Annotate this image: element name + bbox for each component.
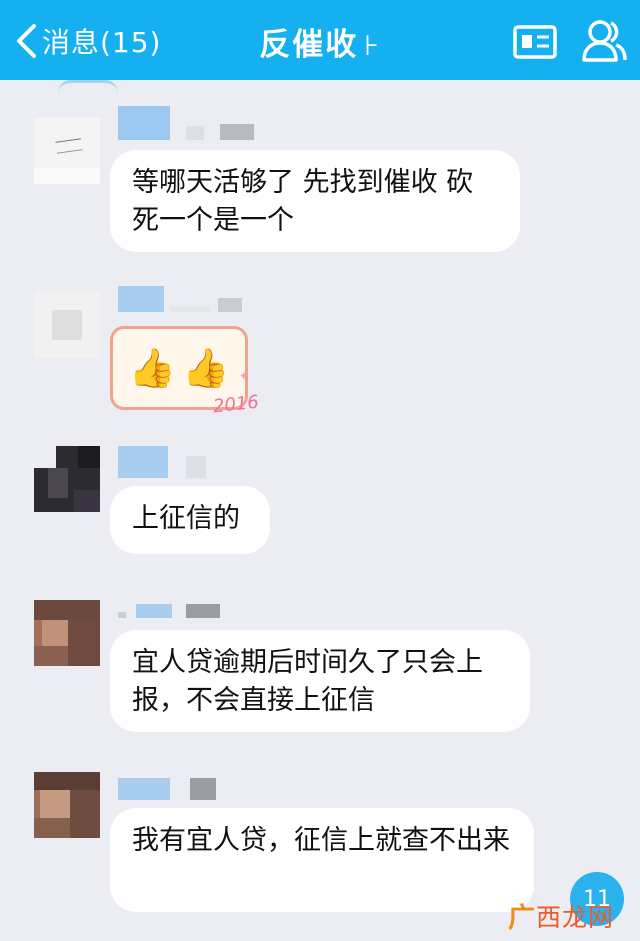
sender-name-blurred bbox=[118, 582, 220, 618]
sender-name-blurred bbox=[118, 276, 242, 312]
group-members-icon bbox=[582, 20, 627, 62]
thumbs-up-icon: 👍 bbox=[128, 346, 176, 390]
group-members-button[interactable] bbox=[580, 18, 628, 64]
message-bubble[interactable]: 我有宜人贷，征信上就查不出来 bbox=[110, 808, 534, 912]
avatar[interactable] bbox=[34, 292, 100, 358]
watermark-text: 西龙网 bbox=[536, 902, 615, 932]
sender-name-blurred bbox=[118, 104, 254, 140]
message-text: 上征信的 bbox=[132, 503, 240, 534]
avatar[interactable] bbox=[34, 772, 100, 838]
message-bubble[interactable]: 上征信的 bbox=[110, 486, 270, 554]
sticker-message[interactable]: 👍 👍 ✦ 2016 bbox=[110, 326, 260, 417]
sticker-badge: 2016 bbox=[212, 391, 260, 418]
top-nav-bar: 消息(15) 反催收 ⊦ bbox=[0, 0, 640, 80]
avatar[interactable] bbox=[34, 118, 100, 184]
watermark-mark: 广 bbox=[508, 903, 536, 934]
scroll-indicator bbox=[58, 80, 118, 93]
message-bubble[interactable]: 等哪天活够了 先找到催收 砍死一个是一个 bbox=[110, 150, 520, 252]
sender-name-blurred bbox=[118, 442, 206, 478]
profile-card-button[interactable] bbox=[512, 22, 558, 62]
chat-title-text: 反催收 bbox=[259, 27, 359, 63]
title-suffix: ⊦ bbox=[364, 29, 381, 62]
message-text: 我有宜人贷，征信上就查不出来 bbox=[132, 825, 510, 856]
message-text: 宜人贷逾期后时间久了只会上报，不会直接上征信 bbox=[132, 647, 483, 716]
sender-name-blurred bbox=[118, 764, 216, 800]
thumbs-up-icon: 👍 bbox=[182, 346, 230, 390]
avatar[interactable] bbox=[34, 446, 100, 512]
sparkle-icon: ✦ bbox=[238, 369, 249, 383]
site-watermark: 广西龙网 bbox=[508, 896, 614, 935]
avatar[interactable] bbox=[34, 600, 100, 666]
message-bubble[interactable]: 宜人贷逾期后时间久了只会上报，不会直接上征信 bbox=[110, 630, 530, 732]
message-text: 等哪天活够了 先找到催收 砍死一个是一个 bbox=[132, 167, 474, 236]
profile-card-icon bbox=[513, 25, 557, 59]
